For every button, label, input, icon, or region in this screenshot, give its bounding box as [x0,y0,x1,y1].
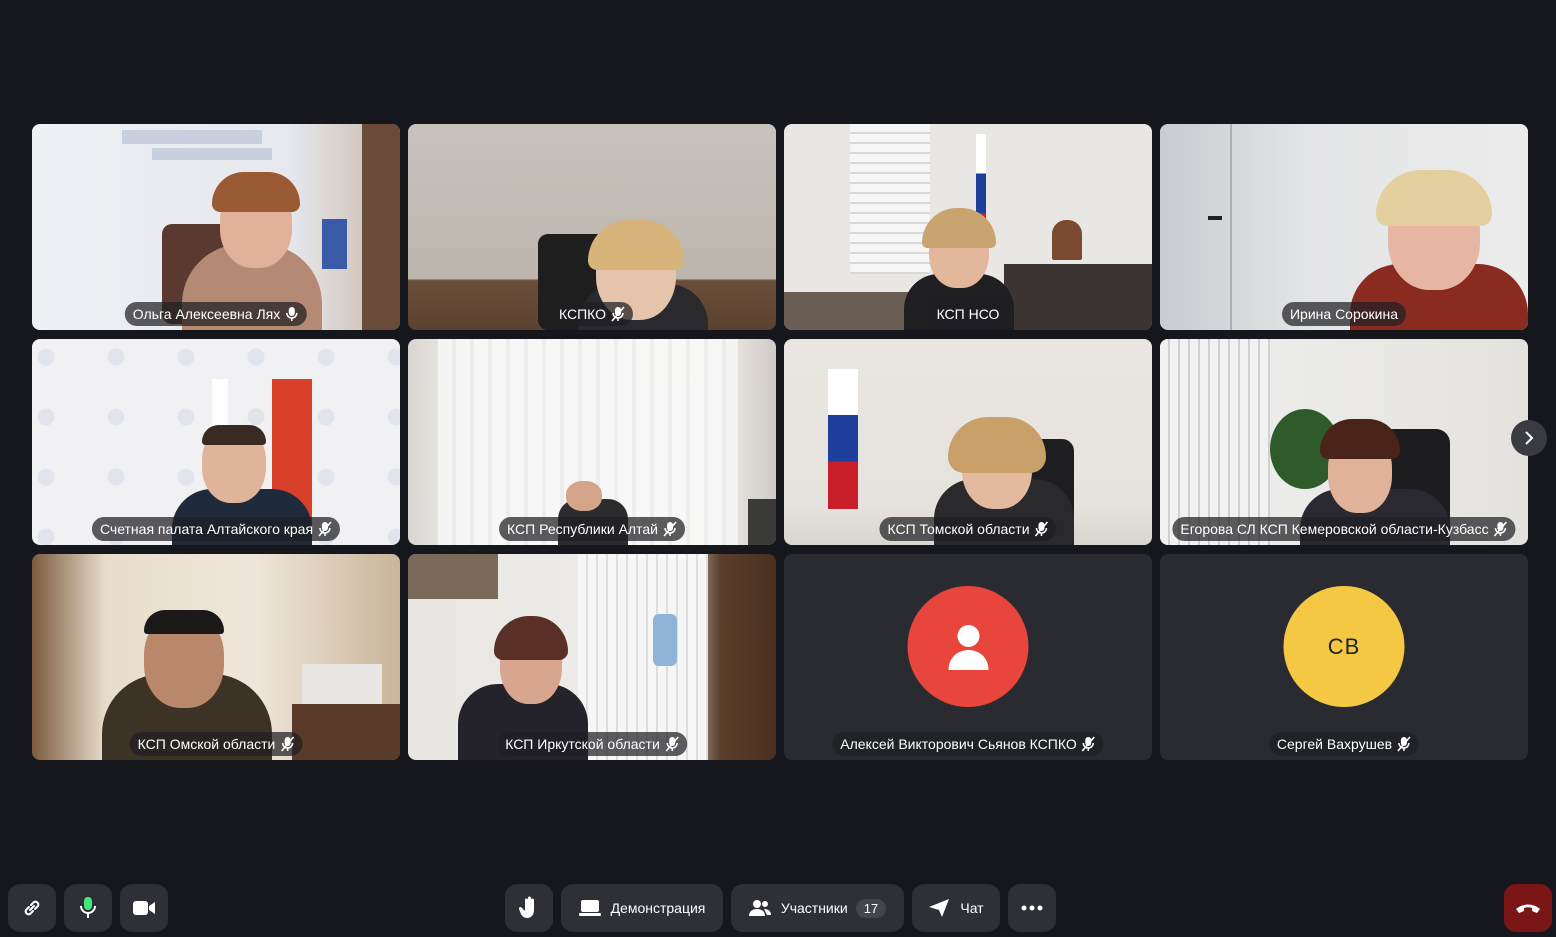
participant-name-label: КСП Республики Алтай [499,517,685,541]
participant-name-label: Алексей Викторович Сьянов КСПКО [832,732,1104,756]
microphone-muted-icon [665,736,679,752]
video-tile[interactable]: Алексей Викторович Сьянов КСПКО [784,554,1152,760]
video-feed [32,554,400,760]
video-tile[interactable]: КСП НСО [784,124,1152,330]
participant-name-label: Егорова СЛ КСП Кемеровской области-Кузба… [1172,517,1516,541]
video-feed [32,339,400,545]
video-feed [32,124,400,330]
video-feed [1160,339,1528,545]
next-page-button[interactable] [1511,420,1547,456]
raise-hand-icon [519,896,534,918]
participants-count-badge: 17 [855,898,887,918]
video-tile[interactable]: Счетная палата Алтайского края [32,339,400,545]
participant-name-label: Счетная палата Алтайского края [91,517,341,541]
participant-name-label: Ольга Алексеевна Лях [124,302,308,326]
microphone-muted-icon [280,736,294,752]
participant-name-label: КСП Томской области [879,517,1057,541]
microphone-muted-icon [1397,736,1411,752]
video-feed [408,339,776,545]
participant-name-label: КСП НСО [928,302,1008,326]
chat-button[interactable]: Чат [912,884,1000,932]
microphone-icon [286,307,298,321]
raise-hand-button[interactable] [505,884,553,932]
send-icon [929,899,950,917]
avatar: СВ [1283,586,1405,707]
video-grid: Ольга Алексеевна Лях КСПКО КСП НСО Ирина… [32,124,1528,760]
end-call-icon [1516,904,1540,913]
microphone-button[interactable] [64,884,112,932]
microphone-muted-icon [611,306,625,322]
avatar-initials: СВ [1327,633,1361,659]
end-call-button[interactable] [1504,884,1552,932]
microphone-muted-icon [318,521,332,537]
video-feed [784,124,1152,330]
participant-name-label: КСП Иркутской области [497,732,687,756]
camera-icon [133,901,155,915]
video-tile[interactable]: КСП Республики Алтай [408,339,776,545]
camera-button[interactable] [120,884,168,932]
user-icon [948,624,988,670]
video-feed [408,124,776,330]
screen-share-button[interactable]: Демонстрация [561,884,723,932]
video-feed [408,554,776,760]
link-icon [24,900,40,916]
video-tile[interactable]: СВ Сергей Вахрушев [1160,554,1528,760]
chevron-right-icon [1525,431,1534,445]
avatar [907,586,1029,707]
participant-name-label: Ирина Сорокина [1281,302,1407,326]
copy-link-button[interactable] [8,884,56,932]
video-tile[interactable]: Егорова СЛ КСП Кемеровской области-Кузба… [1160,339,1528,545]
microphone-muted-icon [1493,521,1508,537]
participants-button[interactable]: Участники 17 [731,884,904,932]
screen-share-icon [578,900,601,916]
video-tile[interactable]: КСПКО [408,124,776,330]
microphone-icon [80,897,96,918]
video-tile[interactable]: КСП Омской области [32,554,400,760]
video-tile[interactable]: Ольга Алексеевна Лях [32,124,400,330]
microphone-muted-icon [663,521,677,537]
participant-name-label: КСП Омской области [129,732,303,756]
microphone-muted-icon [1034,521,1049,537]
more-button[interactable] [1008,884,1056,932]
video-tile[interactable]: КСП Иркутской области [408,554,776,760]
video-tile[interactable]: КСП Томской области [784,339,1152,545]
participant-name-label: КСПКО [550,302,634,326]
participants-icon [748,900,771,916]
participant-name-label: Сергей Вахрушев [1268,732,1420,756]
video-tile[interactable]: Ирина Сорокина [1160,124,1528,330]
video-feed [1160,124,1528,330]
more-icon [1021,905,1043,911]
microphone-muted-icon [1082,736,1096,752]
video-feed [784,339,1152,545]
